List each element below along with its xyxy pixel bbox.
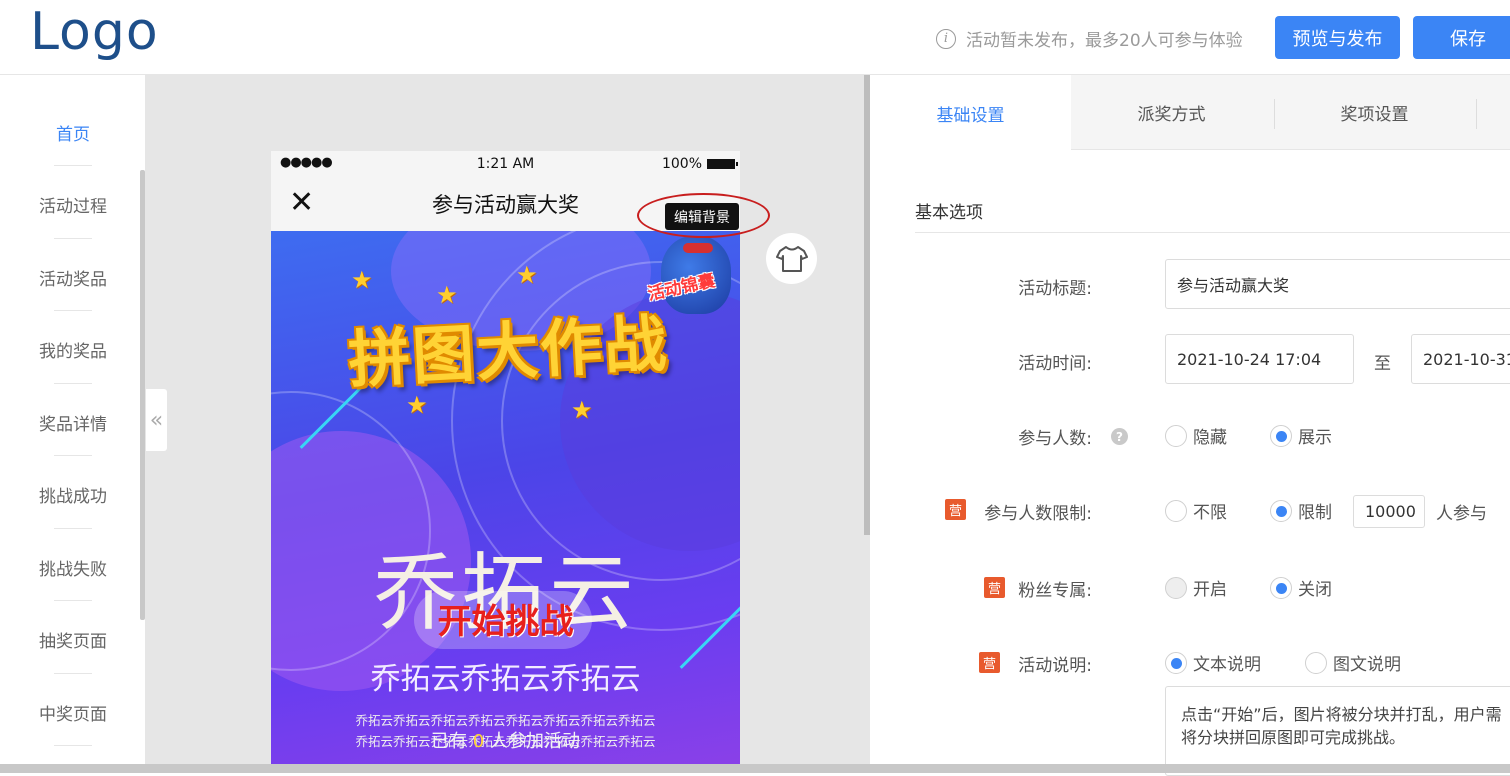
fans-on-radio[interactable]: 开启: [1165, 575, 1227, 600]
radio-circle: [1165, 424, 1187, 447]
start-time-input[interactable]: 2021-10-24 17:04: [1165, 334, 1354, 384]
radio-circle: [1270, 576, 1292, 599]
sidebar-item-prizes[interactable]: 活动奖品: [0, 265, 146, 290]
joined-count: 0: [472, 731, 485, 752]
limit-label: 参与人数限制:: [984, 504, 1092, 524]
highlight-annotation: [637, 193, 770, 238]
preview-publish-button[interactable]: 预览与发布: [1275, 16, 1400, 59]
radio-circle: [1270, 499, 1292, 522]
status-bar: ●●●●● 1:21 AM 100%: [271, 151, 740, 177]
collapse-sidebar-button[interactable]: «: [146, 389, 167, 451]
divider: [54, 238, 92, 239]
decor: [683, 243, 713, 253]
battery-icon: [707, 159, 738, 169]
battery-indicator: 100%: [661, 156, 738, 172]
sidebar-item-process[interactable]: 活动过程: [0, 192, 146, 217]
end-time-input[interactable]: 2021-10-31: [1411, 334, 1510, 384]
divider: [54, 745, 92, 746]
page-sidebar: 首页 活动过程 活动奖品 我的奖品 奖品详情 挑战成功 挑战失败 抽奖页面 中奖…: [0, 75, 146, 765]
radio-label: 文本说明: [1193, 655, 1261, 675]
desc-text-radio[interactable]: 文本说明: [1165, 650, 1261, 675]
settings-tabs: 基础设置 派奖方式 奖项设置: [870, 75, 1510, 151]
info-icon: i: [936, 28, 956, 49]
section-title: 基本选项: [915, 203, 983, 223]
radio-label: 图文说明: [1333, 655, 1401, 675]
radio-circle: [1305, 651, 1327, 674]
joined-prefix: 已有: [431, 731, 468, 752]
divider: [54, 310, 92, 311]
divider: [1476, 99, 1477, 129]
desc-image-radio[interactable]: 图文说明: [1305, 650, 1401, 675]
star-icon: ★: [516, 261, 538, 289]
divider: [54, 600, 92, 601]
title-label: 活动标题:: [1018, 279, 1092, 299]
fans-label: 粉丝专属:: [1018, 581, 1092, 601]
radio-label: 展示: [1298, 428, 1332, 448]
battery-text: 100%: [661, 156, 702, 172]
radio-circle: [1165, 499, 1187, 522]
logo: Logo: [30, 2, 159, 62]
divider: [54, 383, 92, 384]
top-header: Logo i 活动暂未发布，最多20人可参与体验 预览与发布 保存: [0, 0, 1510, 75]
radio-circle: [1165, 651, 1187, 674]
poster-background[interactable]: ★ ★ ★ ★ ★ 拼图大作战 活动锦囊 乔拓云 开始挑战 乔拓云乔拓云乔拓云 …: [271, 231, 740, 765]
time-label: 活动时间:: [1018, 354, 1092, 374]
radio-label: 限制: [1298, 503, 1332, 523]
participants-show-radio[interactable]: 展示: [1270, 423, 1332, 448]
radio-label: 隐藏: [1193, 428, 1227, 448]
sidebar-item-success[interactable]: 挑战成功: [0, 482, 146, 507]
limit-none-radio[interactable]: 不限: [1165, 498, 1227, 523]
limit-on-radio[interactable]: 限制: [1270, 498, 1332, 523]
tab-prize-settings[interactable]: 奖项设置: [1274, 75, 1475, 150]
participants-hide-radio[interactable]: 隐藏: [1165, 423, 1227, 448]
tab-basic-settings[interactable]: 基础设置: [870, 75, 1071, 151]
activity-title-input[interactable]: 参与活动赢大奖: [1165, 259, 1510, 309]
radio-circle: [1165, 576, 1187, 599]
star-icon: ★: [571, 396, 593, 424]
divider: [915, 232, 1510, 233]
publish-notice: i 活动暂未发布，最多20人可参与体验: [936, 26, 1243, 51]
time-separator: 至: [1374, 354, 1391, 374]
divider: [54, 528, 92, 529]
limit-suffix: 人参与: [1436, 504, 1487, 524]
radio-circle: [1270, 424, 1292, 447]
participants-label: 参与人数:: [1018, 429, 1092, 449]
limit-count-input[interactable]: 10000: [1353, 495, 1425, 528]
tshirt-icon: [775, 245, 808, 272]
sidebar-item-prize-detail[interactable]: 奖品详情: [0, 410, 146, 435]
divider: [54, 455, 92, 456]
divider: [54, 673, 92, 674]
star-icon: ★: [351, 266, 373, 294]
skin-theme-button[interactable]: [766, 233, 817, 284]
save-button[interactable]: 保存: [1413, 16, 1510, 59]
start-challenge-label[interactable]: 开始挑战: [271, 594, 740, 643]
sidebar-scrollbar[interactable]: [140, 170, 145, 620]
radio-label: 不限: [1193, 503, 1227, 523]
radio-label: 关闭: [1298, 580, 1332, 600]
sidebar-item-my-prizes[interactable]: 我的奖品: [0, 337, 146, 362]
sidebar-item-home[interactable]: 首页: [0, 120, 146, 145]
joined-suffix: 人参加活动: [489, 731, 580, 752]
horizontal-scrollbar[interactable]: [0, 764, 1510, 773]
divider: [54, 165, 92, 166]
tab-award-method[interactable]: 派奖方式: [1071, 75, 1272, 150]
radio-label: 开启: [1193, 580, 1227, 600]
brand-medium-text: 乔拓云乔拓云乔拓云: [370, 662, 641, 697]
description-label: 活动说明:: [1018, 656, 1092, 676]
help-icon[interactable]: ?: [1111, 428, 1128, 445]
sidebar-item-lottery[interactable]: 抽奖页面: [0, 627, 146, 652]
description-textarea[interactable]: 点击“开始”后，图片将被分块并打乱，用户需将分块拼回原图即可完成挑战。: [1165, 686, 1510, 776]
sidebar-item-fail[interactable]: 挑战失败: [0, 555, 146, 580]
phone-preview: ●●●●● 1:21 AM 100% ✕ 参与活动赢大奖 ★ ★ ★ ★ ★ 拼…: [271, 151, 740, 765]
fans-off-radio[interactable]: 关闭: [1270, 575, 1332, 600]
notice-text: 活动暂未发布，最多20人可参与体验: [966, 31, 1243, 51]
participant-count-text: 已有 0 人参加活动: [271, 727, 740, 753]
sidebar-item-winning[interactable]: 中奖页面: [0, 700, 146, 725]
